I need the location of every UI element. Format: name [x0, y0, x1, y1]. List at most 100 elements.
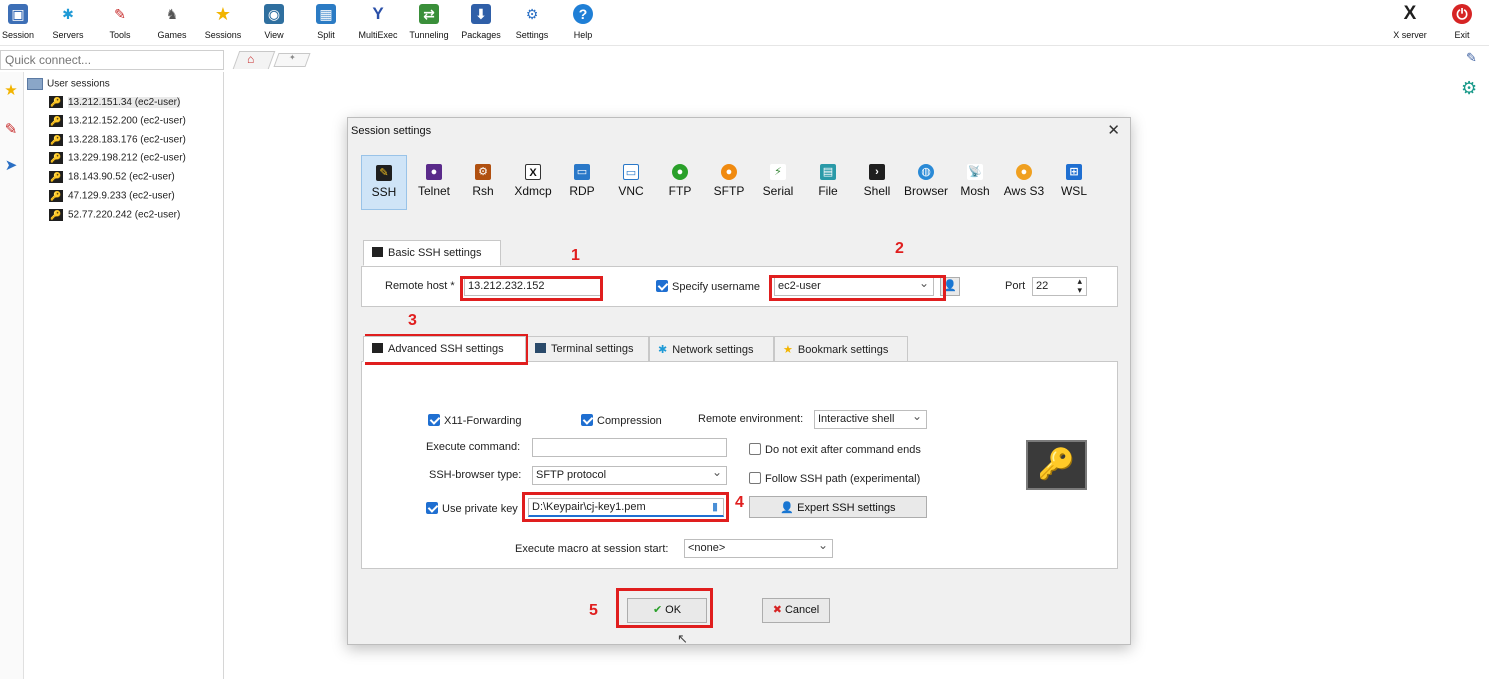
session-type-browser[interactable]: ◍ Browser	[903, 155, 949, 210]
session-type-rsh[interactable]: ⚙ Rsh	[460, 155, 506, 210]
session-type-ftp[interactable]: ● FTP	[657, 155, 703, 210]
rsh-icon: ⚙	[475, 164, 491, 180]
session-item[interactable]: 🔑 13.228.183.176 (ec2-user)	[49, 134, 186, 146]
session-type-vnc[interactable]: ▭ VNC	[608, 155, 654, 210]
rdp-icon: ▭	[574, 164, 590, 180]
x11-forwarding-checkbox[interactable]: X11-Forwarding	[428, 414, 521, 427]
tab-terminal-settings[interactable]: Terminal settings	[526, 336, 649, 362]
session-type-ssh[interactable]: ✎ SSH	[361, 155, 407, 210]
remote-host-input[interactable]: 13.212.232.152	[464, 277, 602, 296]
execute-command-input[interactable]	[532, 438, 727, 457]
paperclip-icon[interactable]: ✎	[1466, 50, 1477, 66]
user-manager-button[interactable]: 👤	[940, 277, 960, 296]
user-sessions-folder[interactable]: User sessions	[27, 78, 110, 90]
toolbar-settings-button[interactable]: ⚙ Settings	[507, 4, 557, 40]
packages-icon: ⬇	[471, 4, 491, 24]
execute-command-label: Execute command:	[426, 441, 521, 453]
session-item[interactable]: 🔑 13.229.198.212 (ec2-user)	[49, 152, 186, 164]
toolbar-session-button[interactable]: ▣ Session	[0, 4, 43, 40]
tools-icon: ✎	[110, 4, 130, 24]
dialog-title: Session settings	[351, 125, 432, 137]
cancel-circle-icon: ✖	[772, 604, 782, 616]
toolbar-exit-button[interactable]: ⏻ Exit	[1437, 4, 1487, 40]
do-not-exit-checkbox[interactable]: Do not exit after command ends	[749, 443, 921, 456]
session-type-aws-s3[interactable]: ● Aws S3	[1001, 155, 1047, 210]
session-type-mosh[interactable]: 📡 Mosh	[952, 155, 998, 210]
key-icon: 🔑	[49, 190, 63, 202]
settings-icon: ⚙	[522, 4, 542, 24]
user-icon: 👤	[943, 280, 957, 292]
username-select[interactable]: ec2-user	[774, 277, 934, 296]
key-icon: 🔑	[49, 209, 63, 221]
compression-checkbox[interactable]: Compression	[581, 414, 662, 427]
toolbar-xserver-button[interactable]: X X server	[1385, 4, 1435, 41]
session-type-sftp[interactable]: ● SFTP	[706, 155, 752, 210]
mouse-cursor-icon: ↖	[677, 631, 688, 646]
session-type-file[interactable]: ▤ File	[805, 155, 851, 210]
gear-icon[interactable]: ⚙	[1461, 78, 1477, 99]
session-type-wsl[interactable]: ⊞ WSL	[1051, 155, 1097, 210]
remote-environment-label: Remote environment:	[698, 413, 804, 425]
tab-network-settings[interactable]: ✱ Network settings	[649, 336, 774, 362]
session-item[interactable]: 🔑 47.129.9.233 (ec2-user)	[49, 190, 175, 202]
tab-bookmark-settings[interactable]: ★ Bookmark settings	[774, 336, 908, 362]
toolbar-sessions-button[interactable]: ★ Sessions	[198, 4, 248, 40]
toolbar-packages-button[interactable]: ⬇ Packages	[456, 4, 506, 40]
key-icon: 🔑	[49, 96, 63, 108]
key-icon: 🔑	[1026, 440, 1087, 490]
tab-advanced-ssh-settings[interactable]: Advanced SSH settings	[363, 336, 526, 362]
cancel-button[interactable]: ✖ Cancel	[762, 598, 830, 623]
specify-username-checkbox[interactable]: Specify username	[656, 280, 760, 293]
ftp-icon: ●	[672, 164, 688, 180]
port-spinner[interactable]: 22 ▴ ▾	[1032, 277, 1087, 296]
remote-environment-select[interactable]: Interactive shell	[814, 410, 927, 429]
toolbar-tunneling-button[interactable]: ⇄ Tunneling	[404, 4, 454, 40]
session-item[interactable]: 🔑 52.77.220.242 (ec2-user)	[49, 209, 180, 221]
globe-icon: ◍	[918, 164, 934, 180]
help-icon: ?	[573, 4, 593, 24]
checkbox-checked-icon	[426, 502, 438, 514]
session-item[interactable]: 🔑 13.212.151.34 (ec2-user)	[49, 96, 181, 108]
checkbox-checked-icon	[581, 414, 593, 426]
toolbar-view-button[interactable]: ◉ View	[249, 4, 299, 40]
toolbar-servers-button[interactable]: ✱ Servers	[43, 4, 93, 40]
session-type-shell[interactable]: › Shell	[854, 155, 900, 210]
session-item[interactable]: 🔑 13.212.152.200 (ec2-user)	[49, 115, 186, 127]
tab-basic-ssh-settings[interactable]: Basic SSH settings	[363, 240, 501, 266]
private-key-input[interactable]: D:\Keypair\cj-key1.pem ▮	[528, 498, 724, 517]
toolbar-multiexec-button[interactable]: Y MultiExec	[353, 4, 403, 40]
toolbar-games-button[interactable]: ♞ Games	[147, 4, 197, 40]
session-type-rdp[interactable]: ▭ RDP	[559, 155, 605, 210]
macro-select[interactable]: <none>	[684, 539, 833, 558]
tunneling-icon: ⇄	[419, 4, 439, 24]
session-type-telnet[interactable]: ● Telnet	[411, 155, 457, 210]
sftp-icon: ●	[721, 164, 737, 180]
sidebar-tools-icon[interactable]: ✎	[2, 121, 20, 139]
sidebar-sessions-star-icon[interactable]: ★	[2, 82, 20, 100]
ssh-browser-type-select[interactable]: SFTP protocol	[532, 466, 727, 485]
toolbar-split-button[interactable]: ▦ Split	[301, 4, 351, 40]
follow-ssh-path-checkbox[interactable]: Follow SSH path (experimental)	[749, 472, 920, 485]
toolbar-tools-button[interactable]: ✎ Tools	[95, 4, 145, 40]
check-circle-icon: ✔	[652, 604, 663, 616]
checkbox-checked-icon	[428, 414, 440, 426]
session-type-xdmcp[interactable]: X Xdmcp	[510, 155, 556, 210]
use-private-key-checkbox[interactable]: Use private key	[426, 502, 518, 515]
remote-host-label: Remote host *	[385, 280, 455, 292]
close-icon[interactable]: ✕	[1107, 121, 1120, 139]
left-pane-divider	[223, 72, 224, 679]
toolbar-help-button[interactable]: ? Help	[558, 4, 608, 40]
key-icon: 🔑	[49, 152, 63, 164]
ok-button[interactable]: ✔ OK	[627, 598, 707, 623]
star-icon: ★	[213, 4, 233, 24]
session-type-serial[interactable]: ⚡ Serial	[755, 155, 801, 210]
xdmcp-icon: X	[525, 164, 541, 180]
sidebar-macros-icon[interactable]: ➤	[2, 157, 20, 175]
session-item[interactable]: 🔑 18.143.90.52 (ec2-user)	[49, 171, 175, 183]
expert-ssh-settings-button[interactable]: 👤 Expert SSH settings	[749, 496, 927, 518]
annotation-number-4: 4	[735, 494, 744, 511]
quick-connect-input[interactable]	[0, 50, 224, 70]
ssh-icon: ✎	[376, 165, 392, 181]
key-icon: 🔑	[49, 115, 63, 127]
file-browse-icon[interactable]: ▮	[712, 500, 718, 513]
